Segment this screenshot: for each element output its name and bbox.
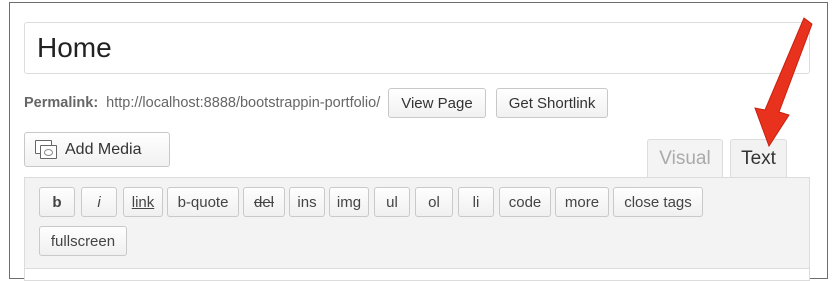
red-arrow-icon — [754, 17, 813, 148]
